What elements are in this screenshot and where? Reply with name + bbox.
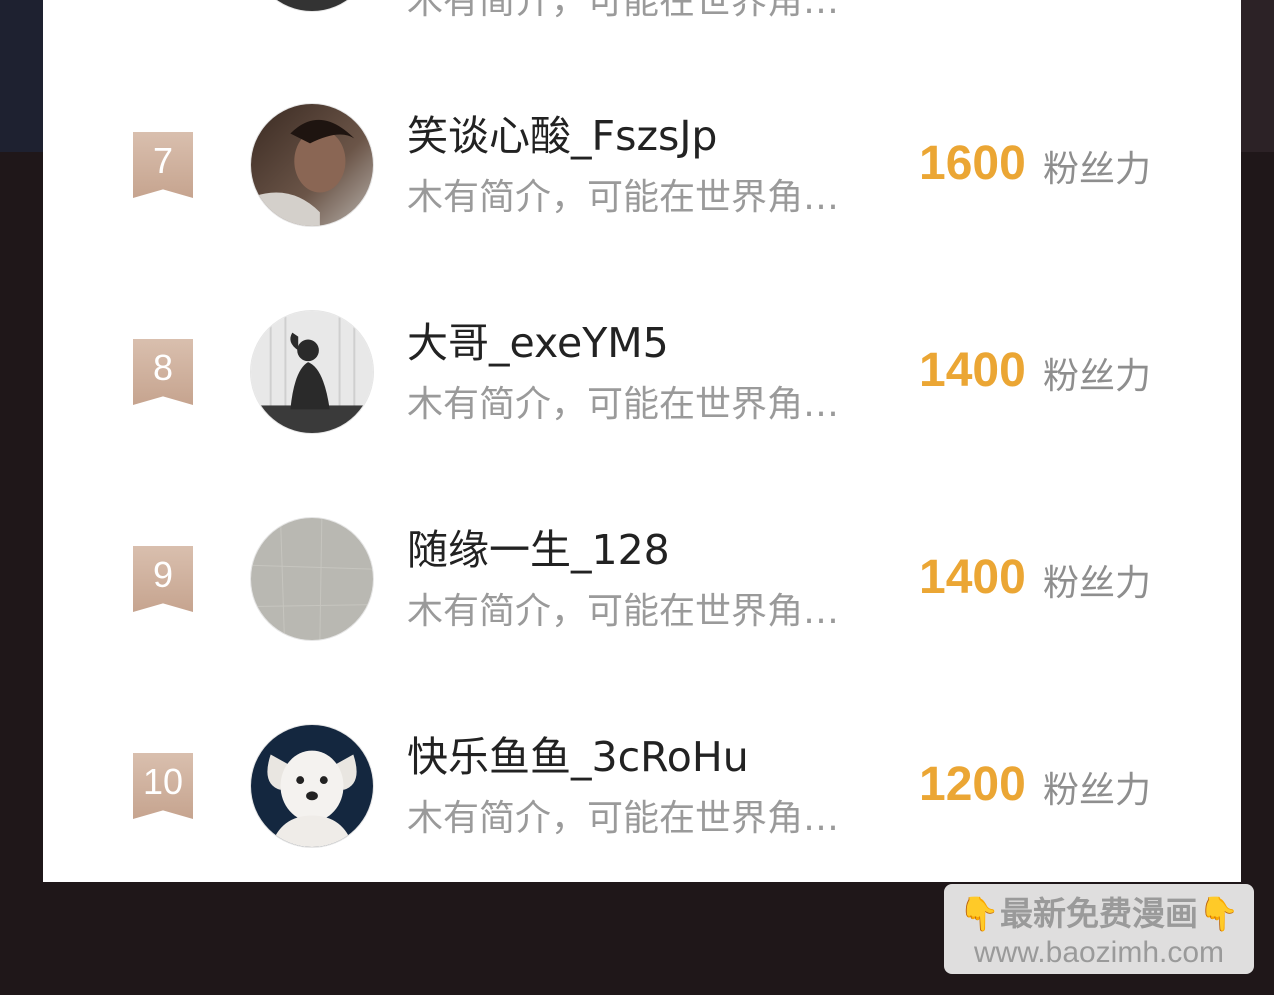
fan-power-score: 1400 — [919, 551, 1026, 604]
bio-text: 木有简介，可能在世界角… — [407, 798, 840, 839]
fan-power-score: 1400 — [919, 344, 1026, 397]
fan-power-score: 1200 — [919, 758, 1026, 811]
list-item[interactable]: 10 快乐鱼鱼_3cRoHu 木有简介，可能在世界角… 1200 粉丝力 — [43, 721, 1241, 851]
username[interactable]: 随缘一生_128 — [407, 526, 670, 574]
fan-power-label: 粉丝力 — [1043, 149, 1152, 190]
silhouette-window-avatar[interactable] — [250, 310, 374, 434]
watermark-title: 👇最新免费漫画👇 — [944, 892, 1254, 936]
list-item[interactable]: 7 笑谈心酸_FszsJp 木有简介，可能在世界角… 1600 粉丝力 — [43, 100, 1241, 230]
bio-text: 木有简介，可能在世界角… — [407, 177, 840, 218]
leaderboard-panel: 木有简介，可能在世界角… 7 笑谈心酸_FszsJp 木有简介，可能在世界角… … — [43, 0, 1241, 882]
list-item[interactable]: 9 随缘一生_128 木有简介，可能在世界角… 1400 粉丝力 — [43, 514, 1241, 644]
username[interactable]: 快乐鱼鱼_3cRoHu — [407, 733, 749, 781]
rank-badge: 10 — [133, 753, 193, 819]
rank-badge: 9 — [133, 546, 193, 612]
gray-wall-avatar[interactable] — [250, 517, 374, 641]
list-item[interactable]: 8 大哥_exeYM5 木有简介，可能在世界角… 1400 粉丝力 — [43, 307, 1241, 437]
avatar[interactable] — [250, 0, 374, 12]
fan-power-score: 1600 — [919, 137, 1026, 190]
rank-badge: 8 — [133, 339, 193, 405]
username[interactable]: 大哥_exeYM5 — [407, 319, 669, 367]
pointing-down-icon: 👇 — [1198, 894, 1240, 933]
pointing-down-icon: 👇 — [958, 894, 1000, 933]
username[interactable]: 笑谈心酸_FszsJp — [407, 112, 717, 160]
watermark-text: 最新免费漫画 — [1000, 894, 1198, 933]
bio-text: 木有简介，可能在世界角… — [407, 384, 840, 425]
rank-badge: 7 — [133, 132, 193, 198]
fan-power-label: 粉丝力 — [1043, 563, 1152, 604]
list-item-partial[interactable]: 木有简介，可能在世界角… — [43, 0, 1241, 22]
white-dog-avatar[interactable] — [250, 724, 374, 848]
watermark-url[interactable]: www.baozimh.com — [944, 936, 1254, 970]
fan-power-label: 粉丝力 — [1043, 356, 1152, 397]
watermark-banner[interactable]: 👇最新免费漫画👇 www.baozimh.com — [944, 884, 1254, 974]
fan-power-label: 粉丝力 — [1043, 770, 1152, 811]
bio-text: 木有简介，可能在世界角… — [407, 0, 840, 22]
man-portrait-avatar[interactable] — [250, 103, 374, 227]
bio-text: 木有简介，可能在世界角… — [407, 591, 840, 632]
